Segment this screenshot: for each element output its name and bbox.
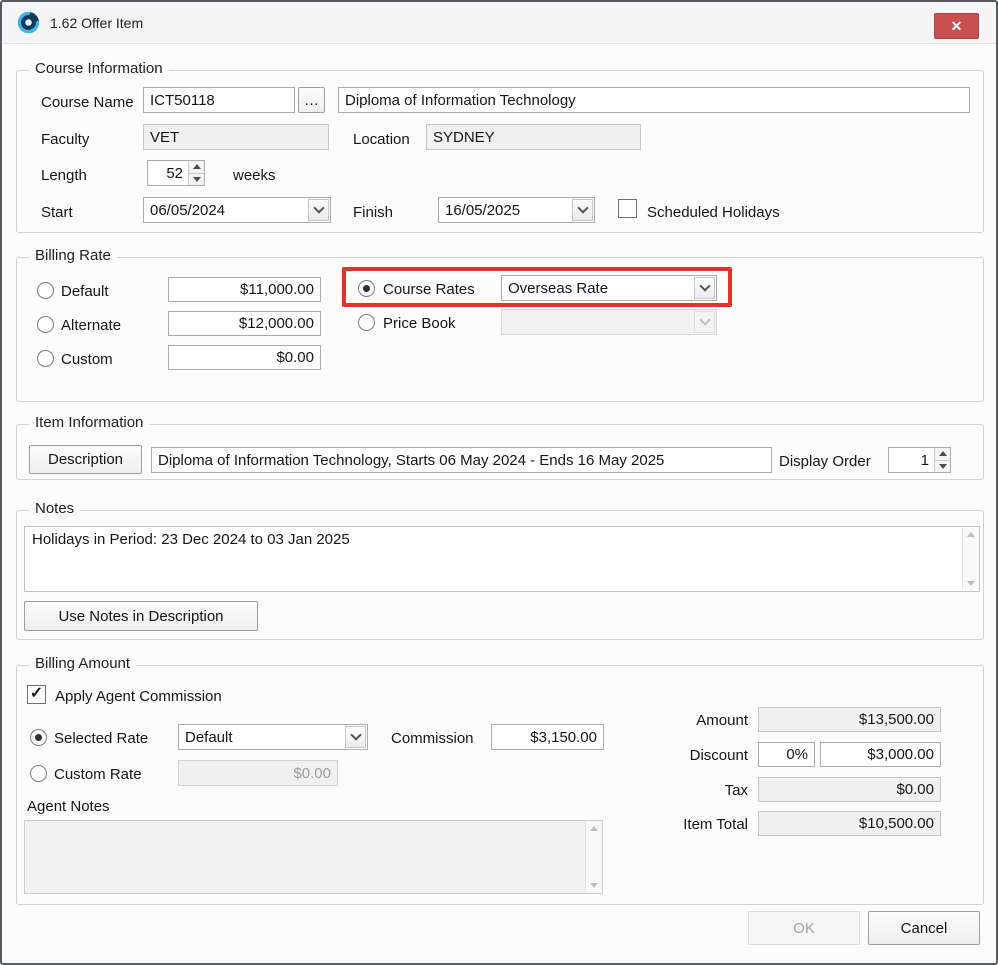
item-total-label: Item Total [577,815,748,835]
custom-rate-radio[interactable] [30,765,47,782]
course-information-legend: Course Information [29,60,169,77]
chevron-down-icon [313,202,324,213]
course-rates-label[interactable]: Course Rates [383,280,475,300]
start-date-combo[interactable]: 06/05/2024 [143,197,331,223]
tax-label: Tax [577,781,748,801]
alternate-rate-field[interactable]: $12,000.00 [168,311,321,336]
course-browse-button[interactable]: … [298,87,325,113]
discount-percent-field[interactable]: 0% [758,742,815,767]
description-field[interactable]: Diploma of Information Technology, Start… [151,447,772,473]
chevron-down-icon [699,314,710,325]
billing-rate-legend: Billing Rate [29,247,117,264]
default-rate-radio[interactable] [37,282,54,299]
dropdown-button[interactable] [308,199,329,221]
spin-down-button[interactable] [189,173,204,186]
display-order-spinner[interactable]: 1 [888,447,951,473]
course-rates-combo[interactable]: Overseas Rate [501,275,717,301]
item-information-legend: Item Information [29,414,149,431]
scroll-down-icon [590,883,598,888]
custom-rate-label-billing[interactable]: Custom [61,350,113,370]
alternate-rate-label[interactable]: Alternate [61,316,121,336]
commission-label: Commission [391,729,474,749]
amount-field: $13,500.00 [758,707,941,732]
location-label: Location [353,130,410,150]
notes-legend: Notes [29,500,80,517]
price-book-label[interactable]: Price Book [383,314,456,334]
cancel-button[interactable]: Cancel [868,911,980,945]
agent-notes-textarea [24,820,603,894]
triangle-up-icon [939,451,947,456]
course-rates-radio[interactable] [358,280,375,297]
close-button[interactable]: ✕ [934,13,979,39]
price-book-radio[interactable] [358,314,375,331]
dropdown-button[interactable] [345,726,366,748]
faculty-label: Faculty [41,130,89,150]
scrollbar[interactable] [962,528,978,590]
app-logo-icon [17,11,40,34]
scroll-up-icon [967,532,975,537]
apply-agent-commission-label[interactable]: Apply Agent Commission [55,687,222,707]
dropdown-button[interactable] [694,277,715,299]
window-title: 1.62 Offer Item [50,15,143,31]
selected-rate-radio[interactable] [30,729,47,746]
agent-notes-label: Agent Notes [27,797,110,817]
dropdown-button [694,311,715,333]
start-label: Start [41,203,73,223]
finish-label: Finish [353,203,393,223]
course-name-label: Course Name [41,93,134,113]
discount-label: Discount [577,746,748,766]
item-information-group: Item Information Description Diploma of … [16,424,984,480]
offer-item-dialog: 1.62 Offer Item ✕ Course Information Cou… [0,0,998,965]
scheduled-holidays-label[interactable]: Scheduled Holidays [647,203,780,223]
price-book-combo [501,309,717,335]
default-rate-label[interactable]: Default [61,282,109,302]
triangle-up-icon [193,164,201,169]
dropdown-button[interactable] [572,199,593,221]
notes-group: Notes Holidays in Period: 23 Dec 2024 to… [16,510,984,640]
billing-amount-legend: Billing Amount [29,655,136,672]
billing-amount-group: Billing Amount ✓ Apply Agent Commission … [16,665,984,905]
triangle-down-icon [193,177,201,182]
scroll-down-icon [967,581,975,586]
custom-rate-field: $0.00 [178,760,338,786]
chevron-down-icon [699,280,710,291]
tax-field: $0.00 [758,777,941,802]
spin-up-button[interactable] [935,448,950,460]
scheduled-holidays-checkbox[interactable] [618,199,637,218]
triangle-down-icon [939,464,947,469]
course-title-field[interactable]: Diploma of Information Technology [338,87,970,113]
length-label: Length [41,166,87,186]
length-unit-label: weeks [233,166,276,186]
chevron-down-icon [577,202,588,213]
description-button[interactable]: Description [29,445,142,474]
display-order-label: Display Order [779,452,871,472]
close-icon: ✕ [951,18,963,35]
faculty-field: VET [143,124,329,150]
discount-amount-field[interactable]: $3,000.00 [820,742,941,767]
ok-button[interactable]: OK [748,911,860,945]
course-code-input[interactable]: ICT50118 [143,87,295,113]
custom-rate-field-billing[interactable]: $0.00 [168,345,321,370]
course-information-group: Course Information Course Name ICT50118 … [16,70,984,233]
titlebar: 1.62 Offer Item ✕ [2,2,996,44]
apply-agent-commission-checkbox[interactable]: ✓ [27,685,46,704]
spin-up-button[interactable] [189,161,204,173]
location-field: SYDNEY [426,124,641,150]
item-total-field: $10,500.00 [758,811,941,836]
custom-rate-label[interactable]: Custom Rate [54,765,142,785]
selected-rate-combo[interactable]: Default [178,724,368,750]
alternate-rate-radio[interactable] [37,316,54,333]
use-notes-in-description-button[interactable]: Use Notes in Description [24,601,258,631]
length-spinner[interactable]: 52 [147,160,205,186]
notes-textarea[interactable]: Holidays in Period: 23 Dec 2024 to 03 Ja… [24,526,980,592]
check-icon: ✓ [30,686,43,702]
spin-down-button[interactable] [935,460,950,473]
custom-rate-radio-billing[interactable] [37,350,54,367]
chevron-down-icon [350,729,361,740]
default-rate-field[interactable]: $11,000.00 [168,277,321,302]
selected-rate-label[interactable]: Selected Rate [54,729,148,749]
amount-label: Amount [577,711,748,731]
finish-date-combo[interactable]: 16/05/2025 [438,197,595,223]
billing-rate-group: Billing Rate Default $11,000.00 Alternat… [16,257,984,402]
